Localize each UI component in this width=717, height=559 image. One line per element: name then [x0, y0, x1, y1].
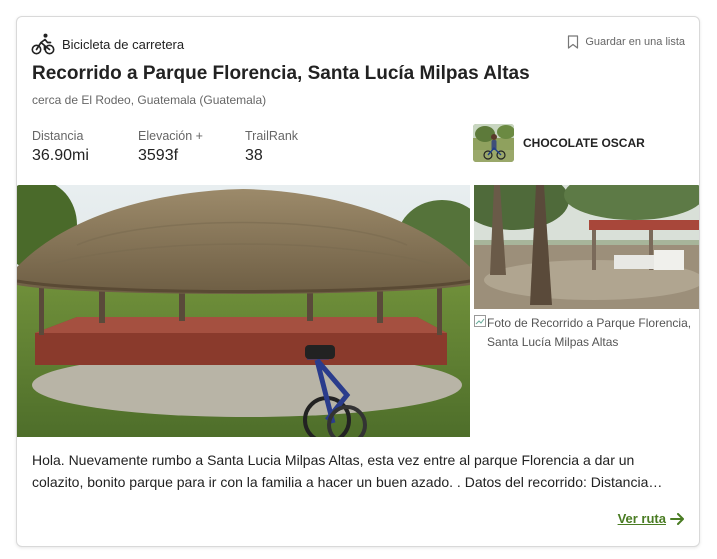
author-name: CHOCOLATE OSCAR [523, 136, 645, 150]
broken-image-icon [474, 315, 486, 327]
stat-label: TrailRank [245, 129, 299, 143]
arrow-right-icon [670, 512, 684, 525]
cyclist-icon [31, 33, 55, 55]
avatar [473, 124, 514, 162]
trail-photo-secondary[interactable] [474, 185, 699, 309]
stat-value: 38 [245, 147, 263, 164]
description-line: Hola. Nuevamente rumbo a Santa Lucia Mil… [32, 452, 635, 468]
save-to-list-label: Guardar en una lista [585, 36, 685, 48]
stat-value: 3593f [138, 147, 179, 164]
bookmark-icon [568, 35, 579, 49]
trail-description: Hola. Nuevamente rumbo a Santa Lucia Mil… [32, 449, 684, 493]
trail-title[interactable]: Recorrido a Parque Florencia, Santa Lucí… [32, 63, 530, 85]
stat-elevation: Elevación + 3593f [138, 129, 203, 165]
trail-location: cerca de El Rodeo, Guatemala (Guatemala) [32, 93, 267, 107]
view-route-link[interactable]: Ver ruta [618, 511, 685, 526]
stat-label: Elevación + [138, 129, 203, 143]
trail-card: Bicicleta de carretera Guardar en una li… [16, 16, 700, 547]
stat-trailrank: TrailRank 38 [245, 129, 298, 165]
description-line: colazito, bonito parque para ir con la f… [32, 474, 663, 490]
activity-type: Bicicleta de carretera [31, 32, 184, 56]
view-route-label: Ver ruta [617, 511, 666, 526]
trail-photo-main[interactable] [17, 185, 470, 437]
author-link[interactable]: CHOCOLATE OSCAR [473, 124, 645, 162]
stat-distance: Distancia 36.90mi [32, 129, 89, 165]
stat-value: 36.90mi [32, 147, 89, 164]
broken-image-alt-text: Foto de Recorrido a Parque Florencia, Sa… [487, 316, 692, 349]
broken-image: Foto de Recorrido a Parque Florencia, Sa… [474, 314, 699, 352]
save-to-list-button[interactable]: Guardar en una lista [567, 35, 685, 49]
stat-label: Distancia [32, 129, 84, 143]
activity-label: Bicicleta de carretera [62, 36, 185, 52]
